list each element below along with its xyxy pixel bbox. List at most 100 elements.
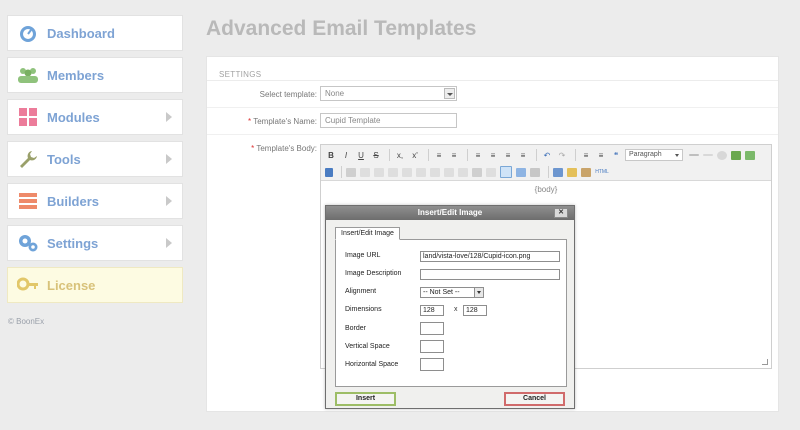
editor-toolbar: B I U S x, x' ≡ ≡ ≡ ≡ ≡ ≡ ↶ ↷ ≡ ≡ ❝ Para… — [321, 145, 771, 181]
chevron-down-icon[interactable] — [474, 288, 483, 297]
gears-icon — [17, 232, 39, 254]
template-name-label: * Template's Name: — [248, 117, 317, 126]
link-icon[interactable] — [472, 167, 482, 177]
alignment-select[interactable]: -- Not Set -- — [420, 287, 484, 298]
print-icon[interactable] — [530, 167, 540, 177]
insert-image-dialog: Insert/Edit Image ✕ Insert/Edit Image Im… — [325, 205, 575, 409]
width-input[interactable]: 128 — [420, 305, 444, 316]
divider — [207, 80, 778, 81]
cancel-button[interactable]: Cancel — [504, 392, 565, 406]
spellcheck-icon[interactable] — [567, 167, 577, 177]
table-icon[interactable] — [346, 167, 356, 177]
dialog-titlebar[interactable]: Insert/Edit Image ✕ — [326, 206, 574, 220]
insert-col-icon[interactable] — [416, 167, 426, 177]
italic-button[interactable]: I — [340, 149, 352, 161]
wrench-icon — [17, 148, 39, 170]
height-input[interactable]: 128 — [463, 305, 487, 316]
sidebar-item-label: Dashboard — [47, 25, 115, 41]
paste-icon[interactable] — [581, 167, 591, 177]
remove-format-icon[interactable] — [703, 154, 713, 156]
align-right-button[interactable]: ≡ — [502, 149, 514, 161]
page-title: Advanced Email Templates — [206, 17, 477, 40]
bold-button[interactable]: B — [325, 149, 337, 161]
sidebar-item-builders[interactable]: Builders — [7, 183, 183, 219]
outdent-button[interactable]: ≡ — [580, 149, 592, 161]
template-select[interactable]: None — [320, 86, 457, 101]
image-description-label: Image Description — [345, 270, 402, 277]
horizontal-space-input[interactable] — [420, 358, 444, 371]
toolbar-separator — [575, 149, 576, 161]
toolbar-separator — [548, 166, 549, 178]
members-icon — [17, 64, 39, 86]
sidebar-item-members[interactable]: Members — [7, 57, 183, 93]
image-description-input[interactable] — [420, 269, 560, 280]
tab-insert-edit-image[interactable]: Insert/Edit Image — [335, 227, 400, 240]
toolbar-separator — [536, 149, 537, 161]
sidebar-item-label: Builders — [47, 193, 100, 209]
sidebar-item-tools[interactable]: Tools — [7, 141, 183, 177]
close-icon[interactable]: ✕ — [554, 208, 568, 218]
chevron-right-icon — [166, 238, 172, 248]
subscript-button[interactable]: x, — [394, 149, 406, 161]
sidebar-item-label: Tools — [47, 151, 81, 167]
settings-heading: SETTINGS — [219, 70, 262, 79]
format-select[interactable]: Paragraph — [625, 149, 683, 161]
cleanup-icon[interactable] — [516, 167, 526, 177]
delete-col-icon[interactable] — [430, 167, 440, 177]
undo-button[interactable]: ↶ — [541, 149, 553, 161]
html-source-button[interactable]: HTML — [595, 166, 609, 178]
superscript-button[interactable]: x' — [409, 149, 421, 161]
cell-props-icon[interactable] — [374, 167, 384, 177]
strikethrough-button[interactable]: S — [370, 149, 382, 161]
sidebar-item-label: Modules — [47, 109, 100, 125]
special-char-icon[interactable] — [717, 150, 727, 160]
sidebar-item-license[interactable]: License — [7, 267, 183, 303]
chevron-right-icon — [166, 154, 172, 164]
bullet-list-button[interactable]: ≡ — [433, 149, 445, 161]
resize-handle-icon[interactable] — [762, 359, 768, 365]
border-label: Border — [345, 325, 367, 332]
indent-button[interactable]: ≡ — [595, 149, 607, 161]
toolbar-separator — [341, 166, 342, 178]
insert-row-icon[interactable] — [388, 167, 398, 177]
image-url-input[interactable]: land/vista-love/128/Cupid-icon.png — [420, 251, 560, 262]
chevron-right-icon — [166, 196, 172, 206]
align-center-button[interactable]: ≡ — [487, 149, 499, 161]
select-template-label: Select template: — [259, 90, 317, 99]
image-url-label: Image URL — [345, 252, 381, 259]
vertical-space-input[interactable] — [420, 340, 444, 353]
delete-row-icon[interactable] — [402, 167, 412, 177]
sidebar-item-modules[interactable]: Modules — [7, 99, 183, 135]
horizontal-rule-icon[interactable] — [689, 154, 699, 156]
align-justify-button[interactable]: ≡ — [517, 149, 529, 161]
split-cells-icon[interactable] — [458, 167, 468, 177]
dialog-title: Insert/Edit Image — [417, 208, 483, 217]
editor-content[interactable]: {body} — [321, 185, 771, 194]
sidebar-item-dashboard[interactable]: Dashboard — [7, 15, 183, 51]
anchor-icon[interactable] — [325, 167, 333, 177]
template-name-input[interactable]: Cupid Template — [320, 113, 457, 128]
alignment-label: Alignment — [345, 288, 377, 295]
chevron-down-icon[interactable] — [444, 88, 455, 99]
row-props-icon[interactable] — [360, 167, 370, 177]
border-input[interactable] — [420, 322, 444, 335]
insert-button[interactable]: Insert — [335, 392, 396, 406]
blockquote-button[interactable]: ❝ — [610, 149, 622, 161]
horizontal-space-label: Horizontal Space — [345, 361, 399, 368]
copyright-link[interactable]: © BoonEx — [8, 317, 44, 326]
preview-icon[interactable] — [553, 167, 563, 177]
underline-button[interactable]: U — [355, 149, 367, 161]
emoticon-icon[interactable] — [731, 150, 741, 160]
template-body-label: * Template's Body: — [251, 144, 317, 153]
sidebar-item-settings[interactable]: Settings — [7, 225, 183, 261]
redo-button[interactable]: ↷ — [556, 149, 568, 161]
sidebar-item-label: Settings — [47, 235, 99, 251]
toolbar-row-1: B I U S x, x' ≡ ≡ ≡ ≡ ≡ ≡ ↶ ↷ ≡ ≡ ❝ Para… — [325, 148, 759, 162]
image-icon[interactable] — [500, 166, 512, 178]
merge-cells-icon[interactable] — [444, 167, 454, 177]
media-icon[interactable] — [745, 150, 755, 160]
unlink-icon[interactable] — [486, 167, 496, 177]
toolbar-row-2: HTML — [325, 165, 612, 179]
numbered-list-button[interactable]: ≡ — [448, 149, 460, 161]
align-left-button[interactable]: ≡ — [472, 149, 484, 161]
